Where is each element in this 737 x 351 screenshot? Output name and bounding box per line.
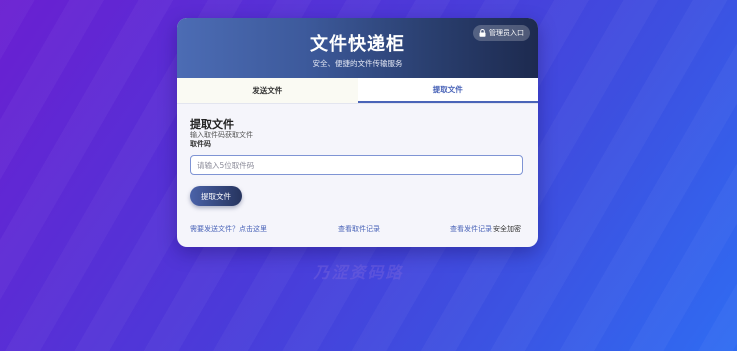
tab-bar: 发送文件 提取文件	[177, 78, 538, 104]
admin-entry-button[interactable]: 管理员入口	[473, 25, 530, 41]
file-locker-card: 文件快递柜 安全、便捷的文件传输服务 管理员入口 发送文件 提取文件 提取文件 …	[177, 18, 538, 247]
page-subtitle: 安全、便捷的文件传输服务	[312, 59, 403, 68]
pickup-code-label: 取件码	[190, 140, 211, 148]
retrieve-description: 输入取件码获取文件	[190, 131, 253, 139]
send-file-link[interactable]: 需要发送文件？点击这里	[190, 224, 267, 234]
admin-entry-label: 管理员入口	[489, 29, 524, 37]
card-header: 文件快递柜 安全、便捷的文件传输服务 管理员入口	[177, 18, 538, 78]
lock-icon	[479, 29, 486, 37]
secure-encryption-label: 安全加密	[493, 225, 521, 233]
retrieve-file-button[interactable]: 提取文件	[190, 186, 242, 206]
retrieve-title: 提取文件	[190, 118, 234, 131]
tab-retrieve-file[interactable]: 提取文件	[357, 78, 538, 103]
pickup-code-input[interactable]	[190, 155, 523, 175]
retrieve-panel: 提取文件 输入取件码获取文件 取件码 提取文件	[190, 118, 525, 206]
pickup-records-link[interactable]: 查看取件记录	[338, 224, 380, 234]
watermark: 乃涩资码路	[313, 263, 404, 282]
send-records-link[interactable]: 查看发件记录	[450, 224, 492, 234]
tab-send-file[interactable]: 发送文件	[177, 78, 358, 103]
